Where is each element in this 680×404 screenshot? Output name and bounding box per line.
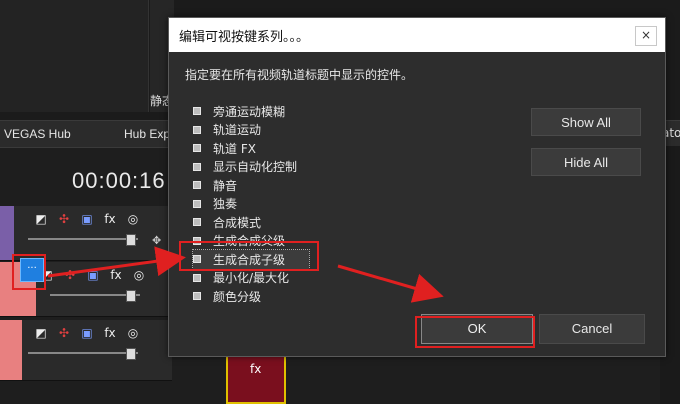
- arrow-to-list-item: [47, 246, 186, 278]
- arrow-to-ok-button: [337, 264, 444, 303]
- annotation-arrows: [47, 246, 444, 303]
